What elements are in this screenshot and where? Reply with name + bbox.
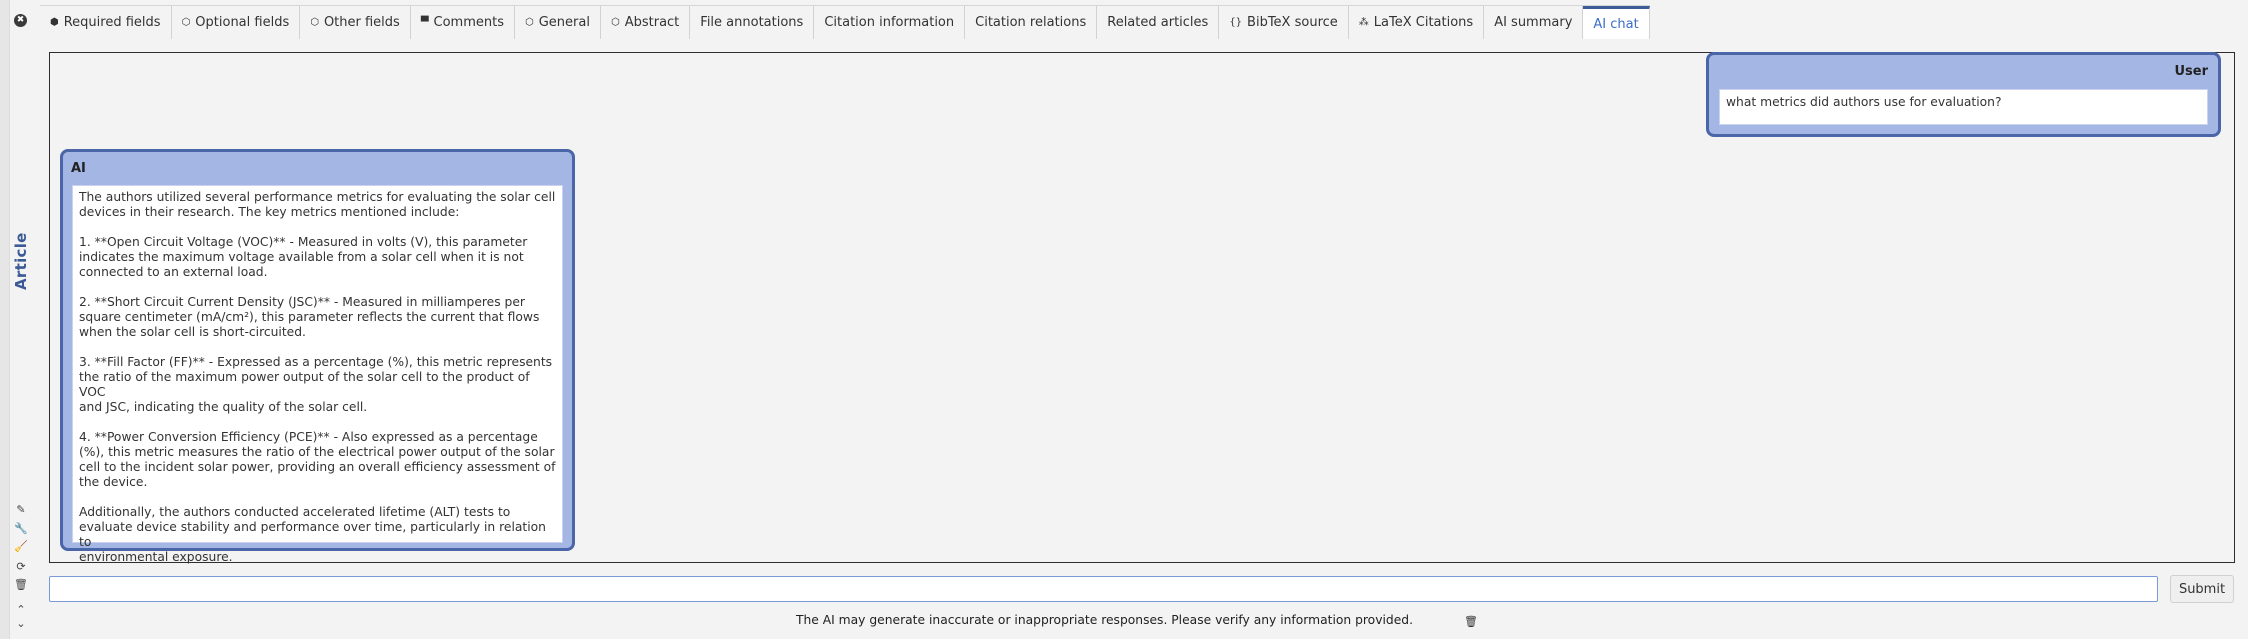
tab-citation-information[interactable]: Citation information [814, 6, 966, 39]
ai-disclaimer: The AI may generate inaccurate or inappr… [795, 613, 1413, 627]
tab-latex-citations[interactable]: ⁂ LaTeX Citations [1348, 6, 1485, 39]
tab-other-fields[interactable]: ⬡ Other fields [300, 6, 411, 39]
chat-history[interactable]: User what metrics did authors use for ev… [49, 52, 2235, 564]
ai-paragraph: 1. **Open Circuit Voltage (VOC)** - Meas… [79, 235, 528, 279]
entry-editor-tabs: ⬢ Required fields ⬡ Optional fields ⬡ Other f… [40, 5, 1650, 39]
tab-label: Comments [433, 15, 504, 30]
clear-chat-trash-icon[interactable]: 🗑 [1464, 615, 1478, 628]
submit-button[interactable]: Submit [2170, 575, 2234, 603]
latex-icon: ⁂ [1358, 17, 1369, 28]
tab-label: Citation information [824, 15, 955, 30]
tab-label: File annotations [700, 15, 804, 30]
tag-outline-icon: ⬡ [310, 17, 319, 28]
tab-bibtex-source[interactable]: {} BibTeX source [1219, 6, 1349, 39]
tab-abstract[interactable]: ⬡ Abstract [600, 6, 691, 39]
tab-required-fields[interactable]: ⬢ Required fields [40, 6, 172, 39]
braces-icon: {} [1229, 17, 1243, 28]
tab-comments[interactable]: ▀ Comments [410, 6, 515, 39]
trash-icon[interactable]: 🗑 [14, 578, 28, 592]
ai-paragraph: 3. **Fill Factor (FF)** - Expressed as a… [79, 355, 553, 414]
tab-label: Required fields [63, 15, 161, 30]
tab-optional-fields[interactable]: ⬡ Optional fields [171, 6, 301, 39]
side-panel: ✖ Article ✎ 🔧 🧹 ⟳ 🗑 ⌃ ⌄ [0, 0, 40, 639]
ai-paragraph: The authors utilized several performance… [79, 190, 556, 219]
ai-paragraph: Additionally, the authors conducted acce… [79, 505, 546, 564]
ai-message-text: The authors utilized several performance… [72, 185, 563, 564]
tag-outline-icon: ⬡ [181, 17, 191, 28]
left-edge-bar [0, 0, 10, 639]
tab-label: General [538, 15, 590, 30]
close-icon[interactable]: ✖ [14, 14, 27, 27]
wrench-icon[interactable]: 🔧 [14, 522, 28, 536]
ai-paragraph: 4. **Power Conversion Efficiency (PCE)**… [79, 430, 556, 489]
tab-label: AI chat [1593, 16, 1639, 32]
broom-icon[interactable]: 🧹 [14, 540, 28, 554]
tag-filled-icon: ⬢ [50, 17, 59, 28]
user-message-bubble: User what metrics did authors use for ev… [1706, 52, 2221, 137]
tab-related-articles[interactable]: Related articles [1097, 6, 1220, 39]
tab-label: BibTeX source [1247, 15, 1338, 30]
pencil-icon[interactable]: ✎ [14, 503, 28, 517]
tab-citation-relations[interactable]: Citation relations [965, 6, 1098, 39]
tab-label: Abstract [624, 15, 680, 30]
ai-paragraph: 2. **Short Circuit Current Density (JSC)… [79, 295, 540, 339]
tab-ai-chat[interactable]: AI chat [1583, 6, 1650, 39]
chat-scrollbar[interactable] [2222, 53, 2234, 562]
chat-input[interactable] [49, 576, 2158, 602]
refresh-icon[interactable]: ⟳ [14, 560, 28, 574]
tab-label: Optional fields [195, 15, 290, 30]
tag-outline-icon: ⬡ [610, 17, 620, 28]
tab-label: Related articles [1107, 15, 1209, 30]
tab-label: Citation relations [975, 15, 1087, 30]
tab-general[interactable]: ⬡ General [515, 6, 601, 39]
user-sender-name: User [2174, 64, 2208, 79]
tab-label: Other fields [323, 15, 400, 30]
tab-label: LaTeX Citations [1373, 15, 1474, 30]
tab-ai-summary[interactable]: AI summary [1484, 6, 1584, 39]
entry-type-label: Article [12, 232, 30, 290]
user-message-text: what metrics did authors use for evaluat… [1719, 89, 2208, 125]
tab-label: AI summary [1494, 15, 1573, 30]
tab-file-annotations[interactable]: File annotations [690, 6, 815, 39]
ai-sender-name: AI [71, 161, 86, 176]
tag-outline-icon: ⬡ [525, 17, 534, 28]
comment-icon: ▀ [420, 17, 429, 28]
ai-message-bubble: AI The authors utilized several performa… [60, 149, 575, 564]
